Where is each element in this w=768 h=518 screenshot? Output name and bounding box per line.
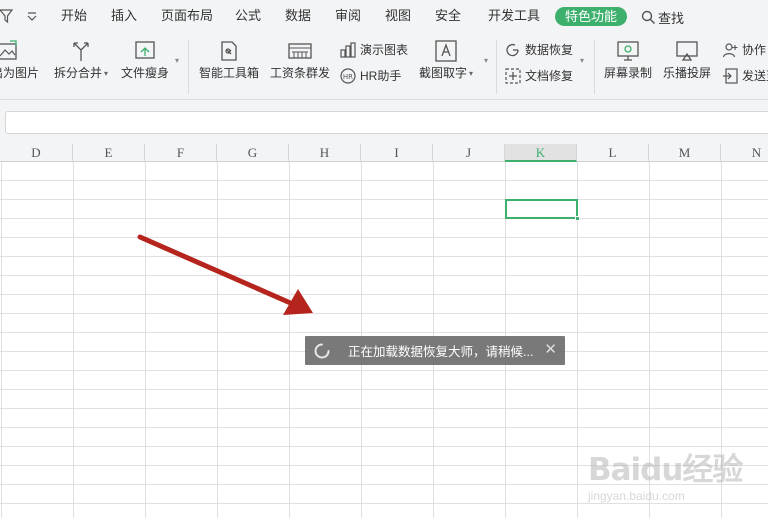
baidu-watermark: Baidu经验 jingyan.baidu.com — [588, 432, 768, 518]
watermark-brand: Baidu经验 — [588, 452, 743, 488]
watermark-url: jingyan.baidu.com — [588, 489, 685, 503]
loading-toast: 正在加载数据恢复大师，请稍候... ✕ — [305, 336, 565, 365]
close-icon[interactable]: ✕ — [544, 342, 557, 358]
loading-spinner-icon — [314, 343, 330, 358]
loading-message: 正在加载数据恢复大师，请稍候... — [348, 345, 534, 359]
